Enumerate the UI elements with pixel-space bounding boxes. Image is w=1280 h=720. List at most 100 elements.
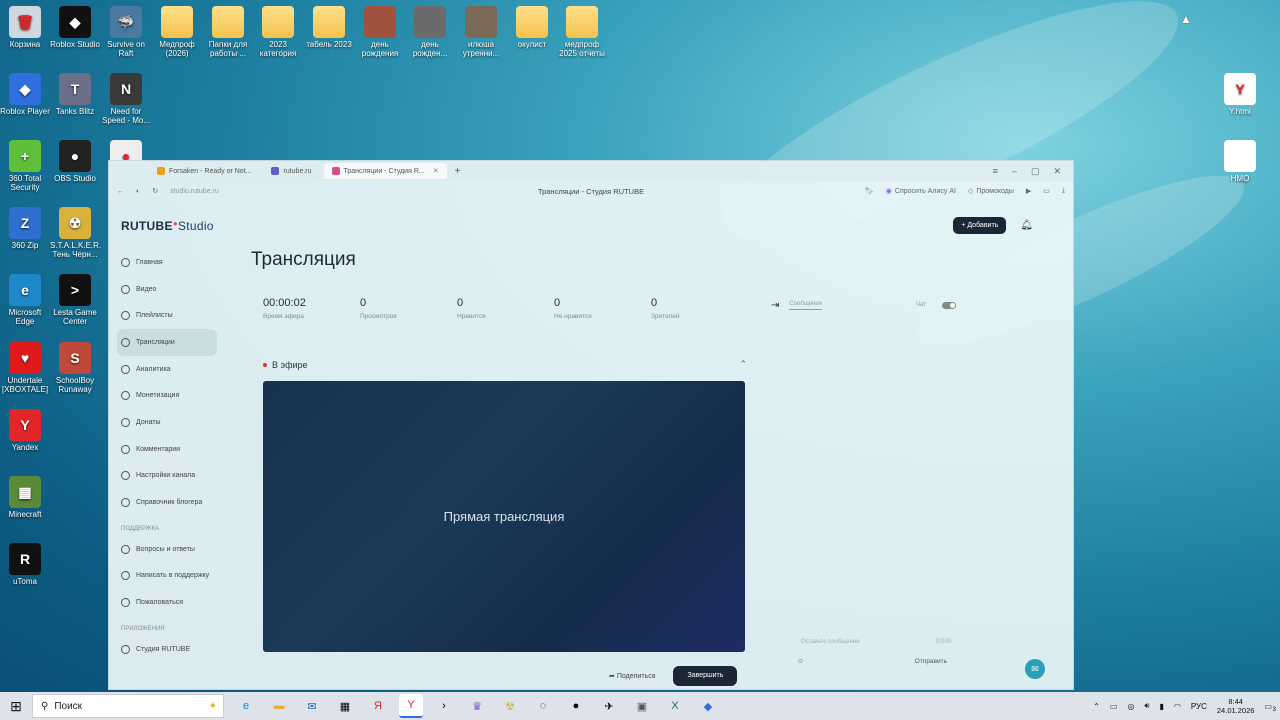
store-taskbar-icon[interactable]: ▦ <box>333 694 357 718</box>
live-header[interactable]: В эфире ⌃ <box>263 359 747 370</box>
desktop-icon[interactable]: ☢ S.T.A.L.K.E.R. Тень Черн... <box>50 207 101 259</box>
lesta-taskbar-icon[interactable]: › <box>432 694 456 718</box>
sidebar-item[interactable]: Аналитика <box>117 356 217 383</box>
maximize-icon[interactable]: ▢ <box>1031 166 1040 177</box>
shield-icon[interactable]: ◐ <box>136 188 140 195</box>
desktop-icon[interactable]: табель 2023 <box>304 6 354 49</box>
desktop-icon[interactable]: Z 360 Zip <box>0 207 50 250</box>
sidebar-item[interactable]: Вопросы и ответы <box>117 536 217 563</box>
desktop-icon[interactable]: ● OBS Studio <box>50 140 100 183</box>
desktop-icon[interactable]: 🗑 Корзина <box>0 6 50 49</box>
download-icon[interactable]: ⤓ <box>1062 187 1065 195</box>
collapse-arrow-icon[interactable]: ⇥ <box>771 300 779 311</box>
desktop-icon[interactable]: T Tanks Blitz <box>50 73 100 116</box>
close-icon[interactable]: ✕ <box>1053 166 1061 177</box>
chevron-up-icon[interactable]: ⌃ <box>739 359 747 370</box>
browser-tab[interactable]: Forsaken - Ready or Not... <box>149 163 259 179</box>
desktop-icon[interactable]: день рождения <box>355 6 405 58</box>
app2-taskbar-icon[interactable]: ✈ <box>597 694 621 718</box>
tray-expand-icon[interactable]: ⌃ <box>1093 702 1100 711</box>
sidebar-item[interactable]: Плейлисты <box>117 302 217 329</box>
edge-taskbar-icon[interactable]: e <box>234 694 258 718</box>
desktop-icon[interactable]: Медпроф (2026) <box>152 6 202 58</box>
excel-taskbar-icon[interactable]: X <box>663 694 687 718</box>
battery-icon[interactable]: ▮ <box>1159 702 1163 711</box>
new-tab-button[interactable]: + <box>455 166 461 177</box>
share-button[interactable]: ➦ Поделиться <box>599 666 665 686</box>
sidebar-item[interactable]: Написать в поддержку <box>117 563 217 590</box>
bell-icon[interactable]: 🔔︎ <box>1020 220 1033 231</box>
sidebar-item[interactable]: Комментарии <box>117 436 217 463</box>
tray-app2-icon[interactable]: ◎ <box>1127 702 1134 711</box>
sidebar-item[interactable]: Видео <box>117 276 217 303</box>
sidebar-item[interactable]: Справочник блогера <box>117 489 217 516</box>
rutube-studio-logo[interactable]: RUTUBE●Studio <box>121 219 214 233</box>
language-indicator[interactable]: РУС <box>1191 702 1207 711</box>
send-button[interactable]: Отправить <box>915 658 947 665</box>
clock[interactable]: 8:44 24.01.2026 <box>1217 697 1255 715</box>
desktop-icon[interactable]: илюша утренни... <box>456 6 506 58</box>
help-chat-icon[interactable]: ✉ <box>1025 659 1045 679</box>
browser-tab[interactable]: Трансляции - Студия R... ✕ <box>323 163 447 179</box>
start-button[interactable]: ⊞ <box>0 692 32 720</box>
back-icon[interactable]: ← <box>117 188 124 195</box>
notifications-icon[interactable]: ▭ 3 <box>1264 702 1276 713</box>
sidebar-item[interactable]: Донаты <box>117 409 217 436</box>
chat-toggle[interactable] <box>942 301 956 309</box>
chat-tab-messages[interactable]: Сообщения <box>789 301 822 310</box>
desktop-icon[interactable]: S SchoolBoy Runaway <box>50 342 100 394</box>
desktop-icon[interactable]: Y Y.html <box>1215 73 1265 116</box>
desktop-icon[interactable]: НМО <box>1215 140 1265 183</box>
ask-alice-button[interactable]: ◉ Спросить Алису AI <box>886 187 956 196</box>
minimize-icon[interactable]: – <box>1012 166 1017 177</box>
bookmark-icon[interactable]: 🔖︎ <box>865 187 874 195</box>
add-button[interactable]: + Добавить <box>953 217 1007 234</box>
browser-tab[interactable]: rutube.ru <box>263 163 319 179</box>
extension-icon[interactable]: ▭ <box>1043 187 1050 195</box>
sidebar-item[interactable]: Трансляции <box>117 329 217 356</box>
volume-icon[interactable]: 🔊︎ <box>1144 701 1149 711</box>
stalker-taskbar-icon[interactable]: ☢ <box>498 694 522 718</box>
desktop-icon[interactable]: RuToma <box>0 543 50 586</box>
photo-taskbar-icon[interactable]: ▣ <box>630 694 654 718</box>
desktop-icon[interactable]: > Lesta Game Center <box>50 274 100 326</box>
desktop-icon[interactable]: +360 Total Security <box>0 140 50 192</box>
desktop-icon[interactable]: 2023 категория <box>253 6 303 58</box>
sidebar-item[interactable]: Пожаловаться <box>117 589 217 616</box>
desktop-icon[interactable]: ◆ Roblox Player <box>0 73 50 116</box>
app-taskbar-icon[interactable]: ◌ <box>531 694 555 718</box>
taskbar-search[interactable]: ⚲ Поиск ✦ <box>32 694 224 718</box>
desktop-icon[interactable]: Папки для работы ... <box>203 6 253 58</box>
yandex-taskbar-icon[interactable]: Я <box>366 694 390 718</box>
desktop-icon[interactable]: e Microsoft Edge <box>0 274 50 326</box>
desktop-icon[interactable]: медпроф 2025 отчеты <box>557 6 607 58</box>
outlook-taskbar-icon[interactable]: ✉ <box>300 694 324 718</box>
chat-input[interactable]: Оставьте сообщение <box>801 639 860 645</box>
tray-app-icon[interactable]: ▭ <box>1110 702 1118 711</box>
game-taskbar-icon[interactable]: ♛ <box>465 694 489 718</box>
explorer-taskbar-icon[interactable]: ▬ <box>267 694 291 718</box>
desktop-icon[interactable]: день рожден... <box>405 6 455 58</box>
roblox-taskbar-icon[interactable]: ◆ <box>696 694 720 718</box>
menu-icon[interactable]: ≡ <box>993 166 998 177</box>
video-icon[interactable]: ▶ <box>1026 187 1031 195</box>
desktop-icon[interactable]: Y Yandex <box>0 409 50 452</box>
desktop-icon[interactable]: ▦ Minecraft <box>0 476 50 519</box>
sidebar-item[interactable]: Настройки канала <box>117 463 217 490</box>
sidebar-item[interactable]: Студия RUTUBE <box>117 636 217 663</box>
desktop-icon[interactable]: окулист <box>507 6 557 49</box>
obs-taskbar-icon[interactable]: ● <box>564 694 588 718</box>
sidebar-item[interactable]: Монетизация <box>117 382 217 409</box>
end-stream-button[interactable]: Завершить <box>673 666 738 686</box>
desktop-icon[interactable]: N Need for Speed - Mo... <box>101 73 151 125</box>
desktop-icon[interactable]: ◆ Roblox Studio <box>50 6 100 49</box>
promo-button[interactable]: ◇ Промокоды <box>968 187 1014 196</box>
desktop-icon[interactable]: 🦈 Survive on Raft <box>101 6 151 58</box>
address-input[interactable]: studio.rutube.ru <box>170 188 219 195</box>
emoji-icon[interactable]: ☺ <box>797 658 804 665</box>
tab-close-icon[interactable]: ✕ <box>433 167 439 175</box>
desktop-icon[interactable]: ♥ Undertale [XBOXTALE] <box>0 342 50 394</box>
wifi-icon[interactable]: ◠ <box>1174 702 1181 711</box>
video-player[interactable]: Прямая трансляция <box>263 381 745 652</box>
yandex-browser-taskbar-icon[interactable]: Y <box>399 694 423 718</box>
